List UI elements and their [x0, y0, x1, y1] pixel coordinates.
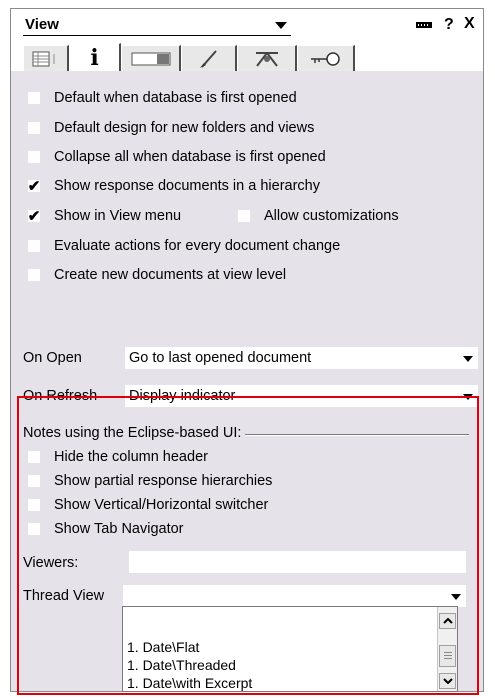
option-create-new-documents[interactable]: Create new documents at view level	[27, 264, 286, 286]
option-hide-column-header[interactable]: Hide the column header	[27, 446, 208, 468]
checkbox[interactable]: ✔	[27, 208, 41, 225]
viewers-label: Viewers:	[23, 555, 79, 571]
option-default-when-opened[interactable]: Default when database is first opened	[27, 87, 297, 109]
option-tab-navigator[interactable]: Show Tab Navigator	[27, 518, 184, 540]
help-icon[interactable]: ?	[444, 16, 454, 34]
checkbox[interactable]	[27, 268, 41, 282]
on-refresh-select[interactable]: Display indicator	[125, 385, 478, 407]
tab-info[interactable]: i	[69, 43, 121, 72]
option-label: Collapse all when database is first open…	[54, 149, 326, 165]
chevron-down-icon	[463, 394, 473, 400]
checkbox[interactable]	[237, 209, 251, 223]
checkbox[interactable]	[27, 150, 41, 164]
option-label: Allow customizations	[264, 208, 399, 224]
list-item[interactable]: 1. Date\Flat	[127, 639, 199, 655]
option-label: Default design for new folders and views	[54, 120, 315, 136]
chevron-down-icon	[442, 678, 453, 684]
brush-icon	[199, 49, 217, 68]
tab-content: Default when database is first opened De…	[11, 71, 483, 691]
option-show-in-view-menu[interactable]: ✔ Show in View menu	[27, 205, 181, 227]
on-open-row: On Open Go to last opened document	[23, 347, 478, 371]
option-label: Create new documents at view level	[54, 267, 287, 283]
on-open-value: Go to last opened document	[129, 350, 312, 366]
close-icon[interactable]: X	[464, 15, 475, 33]
on-refresh-value: Display indicator	[129, 388, 236, 404]
viewers-input[interactable]	[129, 551, 466, 573]
properties-type-label: View	[25, 16, 59, 33]
option-label: Show in View menu	[54, 208, 182, 224]
list-item[interactable]: 1. Date\with Excerpt	[127, 675, 252, 691]
properties-type-select[interactable]: View	[23, 16, 291, 36]
checkbox[interactable]	[27, 91, 41, 105]
option-label: Hide the column header	[54, 449, 208, 465]
option-vh-switcher[interactable]: Show Vertical/Horizontal switcher	[27, 494, 268, 516]
option-collapse-all[interactable]: Collapse all when database is first open…	[27, 146, 326, 168]
listbox-scrollbar[interactable]	[437, 607, 457, 691]
option-label: Show partial response hierarchies	[54, 473, 273, 489]
chevron-up-icon	[442, 618, 453, 624]
scroll-down-button[interactable]	[439, 673, 456, 689]
thread-view-label: Thread View	[23, 588, 105, 604]
scroll-up-button[interactable]	[439, 613, 456, 629]
grid-icon	[32, 51, 55, 66]
thread-view-listbox[interactable]: 1. Date\Flat 1. Date\Threaded 1. Date\wi…	[122, 606, 458, 692]
option-label: Default when database is first opened	[54, 90, 297, 106]
option-allow-customizations[interactable]: Allow customizations	[237, 205, 399, 227]
tab-font[interactable]	[181, 45, 237, 71]
checkbox[interactable]: ✔	[27, 178, 41, 195]
info-icon: i	[90, 45, 99, 71]
tab-hierarchy[interactable]	[237, 45, 297, 71]
bar-icon	[131, 52, 170, 65]
minimize-bar-icon[interactable]	[416, 22, 432, 28]
tab-strip: i	[11, 41, 483, 72]
chevron-down-icon	[451, 594, 461, 600]
option-label: Show Tab Navigator	[54, 521, 184, 537]
on-open-select[interactable]: Go to last opened document	[125, 347, 478, 369]
checkbox[interactable]	[27, 498, 41, 512]
key-icon	[310, 51, 340, 66]
option-evaluate-actions[interactable]: Evaluate actions for every document chan…	[27, 235, 340, 257]
eclipse-group-label: Notes using the Eclipse-based UI:	[23, 425, 242, 441]
properties-panel: View ? X i Default when database is firs…	[10, 8, 484, 692]
hierarchy-icon	[255, 51, 278, 67]
checkbox[interactable]	[27, 450, 41, 464]
option-label: Evaluate actions for every document chan…	[54, 238, 341, 254]
scroll-thumb[interactable]	[439, 645, 456, 667]
tab-basics[interactable]	[23, 45, 69, 71]
on-refresh-label: On Refresh	[23, 388, 98, 404]
thread-view-select[interactable]	[123, 585, 466, 607]
tab-style[interactable]	[121, 45, 181, 71]
option-label: Show Vertical/Horizontal switcher	[54, 497, 269, 513]
checkbox[interactable]	[27, 474, 41, 488]
option-default-design[interactable]: Default design for new folders and views	[27, 117, 314, 139]
checkbox[interactable]	[27, 239, 41, 253]
option-partial-response[interactable]: Show partial response hierarchies	[27, 470, 272, 492]
chevron-down-icon	[275, 22, 287, 29]
option-show-response-hierarchy[interactable]: ✔ Show response documents in a hierarchy	[27, 175, 320, 197]
checkbox[interactable]	[27, 121, 41, 135]
panel-titlebar: View ? X	[11, 9, 483, 41]
chevron-down-icon	[463, 356, 473, 362]
option-label: Show response documents in a hierarchy	[54, 178, 320, 194]
on-open-label: On Open	[23, 350, 82, 366]
group-divider-highlight	[245, 435, 469, 436]
checkbox[interactable]	[27, 522, 41, 536]
list-item[interactable]: 1. Date\Threaded	[127, 657, 236, 673]
tab-security[interactable]	[297, 45, 355, 71]
on-refresh-row: On Refresh Display indicator	[23, 385, 478, 409]
